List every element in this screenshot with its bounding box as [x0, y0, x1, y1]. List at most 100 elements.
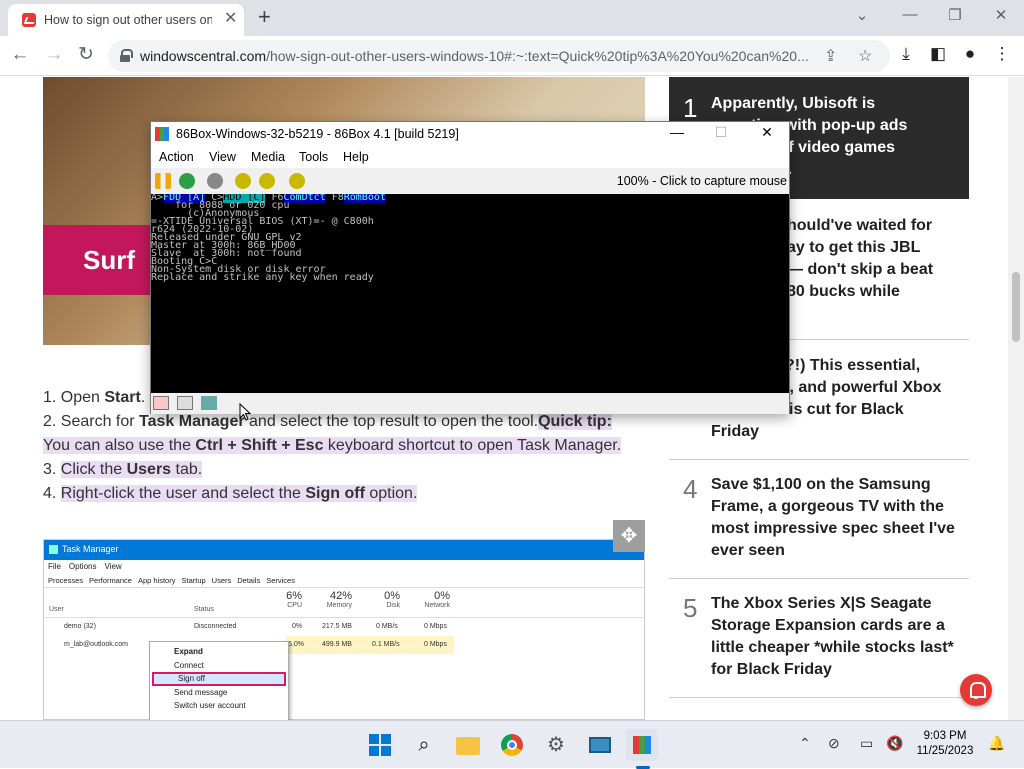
floppy-drive-icon[interactable]	[153, 396, 169, 410]
tm-mem-label: Memory	[326, 602, 352, 609]
restore-icon[interactable]: ❐	[943, 6, 967, 24]
step-bold: Task Manager	[139, 413, 245, 430]
tm-cell: 217.5 MB	[322, 623, 352, 630]
menu-kebab-icon[interactable]: ⋮	[990, 44, 1014, 64]
url-text[interactable]: windowscentral.com/how-sign-out-other-us…	[140, 48, 820, 64]
vm-menu-help[interactable]: Help	[343, 150, 369, 164]
ctrl-alt-esc-icon[interactable]	[259, 173, 275, 189]
sidebar-line: 80 bucks while	[787, 283, 900, 300]
hard-disk-icon[interactable]	[177, 396, 193, 410]
sidebar-item-text: Save $1,100 on the Samsung Frame, a gorg…	[711, 476, 955, 559]
tm-column-header: User Status 6% CPU 42% Memory 0% Disk 0% Net…	[44, 588, 644, 618]
step-bold: Users	[126, 461, 172, 478]
tray-clock[interactable]: 9:03 PM 11/25/2023	[908, 729, 982, 759]
vm-maximize-icon[interactable]: ☐	[709, 124, 733, 141]
sidebar-item-text: The Xbox Series X|S Seagate Storage Expa…	[711, 595, 954, 678]
remote-desktop-icon[interactable]	[584, 729, 616, 761]
tm-ctx-item: Send message	[174, 687, 228, 697]
ctrl-alt-del-icon[interactable]	[235, 173, 251, 189]
tm-cpu-pct: 6%	[286, 590, 302, 602]
tm-col-user: User	[49, 606, 64, 613]
close-window-icon[interactable]: ✕	[989, 6, 1013, 24]
notification-bell-icon[interactable]	[960, 674, 992, 706]
bios-line: Slave at 300h: not found	[151, 248, 302, 259]
step-text: Click the	[60, 461, 127, 478]
86box-taskbar-icon[interactable]	[626, 729, 658, 761]
vm-minimize-icon[interactable]: —	[665, 124, 689, 140]
side-panel-icon[interactable]: ◧	[926, 44, 950, 64]
sidebar-item-number: 5	[683, 593, 698, 623]
volume-muted-icon[interactable]: 🔇	[886, 735, 903, 752]
tip-shortcut: Ctrl + Shift + Esc	[195, 437, 324, 454]
vm-titlebar[interactable]: 86Box-Windows-32-b5219 - 86Box 4.1 [buil…	[151, 122, 789, 146]
vm-display[interactable]: A>FDD [A] C>HDD [C] F6ComDtct F8RomBoot …	[151, 194, 789, 393]
download-icon[interactable]: ⤓	[894, 44, 918, 64]
tm-disk-pct: 0%	[384, 590, 400, 602]
tm-menu-item: View	[104, 562, 122, 571]
tm-cell: 5.0%	[288, 641, 304, 648]
step-text: .	[140, 389, 146, 406]
url-domain: windowscentral.com	[140, 48, 267, 64]
task-manager-screenshot: Task Manager File Options View Processes Pe…	[43, 539, 645, 720]
sidebar-item-text: hould've waited for ay to get this JBL — d…	[787, 215, 967, 303]
network-off-icon[interactable]: ⊘	[828, 735, 840, 752]
bookmark-star-icon[interactable]: ☆	[858, 46, 872, 66]
page-scrollbar[interactable]	[1008, 77, 1024, 720]
tm-ctx-item: Connect	[174, 660, 204, 670]
vm-menubar: Action View Media Tools Help	[151, 146, 789, 168]
address-bar[interactable]: windowscentral.com/how-sign-out-other-us…	[108, 40, 890, 72]
tm-tab: Users	[211, 576, 232, 585]
tm-menu-item: Options	[68, 562, 97, 571]
86box-window: 86Box-Windows-32-b5219 - 86Box 4.1 [buil…	[150, 121, 790, 414]
sidebar-item-number: 1	[683, 93, 698, 123]
share-icon[interactable]: ⇪	[824, 46, 837, 66]
forward-icon[interactable]: →	[42, 44, 66, 66]
pause-icon[interactable]	[155, 173, 171, 189]
file-explorer-icon[interactable]	[452, 729, 484, 761]
tm-ctx-item-selected: Sign off	[152, 672, 286, 686]
new-tab-button[interactable]: +	[258, 6, 271, 28]
browser-toolbar: ← → ↻ windowscentral.com/how-sign-out-ot…	[0, 36, 1024, 76]
browser-tab[interactable]: How to sign out other users on W ✕	[8, 4, 244, 36]
move-arrows-icon[interactable]: ✥	[613, 520, 645, 552]
step-4: 4. Right-click the user and select the S…	[43, 482, 643, 506]
vm-menu-media[interactable]: Media	[251, 150, 285, 164]
tm-row: demo (32) Disconnected 0% 217.5 MB 0 MB/…	[44, 618, 644, 636]
quick-tip: You can also use the Ctrl + Shift + Esc …	[43, 434, 643, 458]
tm-tabs: Processes Performance App history Startup Us…	[44, 574, 644, 588]
tm-tab: App history	[137, 576, 176, 585]
tm-tab: Startup	[181, 576, 206, 585]
search-icon[interactable]: ⌕	[408, 729, 440, 761]
tm-cell: m_lab@outlook.com	[64, 641, 128, 648]
step-text: and select the top result to open the to…	[244, 413, 539, 430]
tm-tab: Services	[266, 576, 295, 585]
windows-taskbar: ⌕ ⚙ ⌃ ⊘ ▭ 🔇 9:03 PM 11/25/2023 🔔	[0, 720, 1024, 769]
settings-icon[interactable]	[289, 173, 305, 189]
tray-overflow-icon[interactable]: ⌃	[799, 735, 811, 752]
power-icon[interactable]	[207, 173, 223, 189]
reset-icon[interactable]	[179, 173, 195, 189]
scrollbar-thumb[interactable]	[1012, 272, 1020, 342]
notification-icon[interactable]: 🔔	[988, 735, 1005, 752]
settings-gear-icon[interactable]: ⚙	[540, 729, 572, 761]
vm-menu-action[interactable]: Action	[159, 150, 194, 164]
hotkey-comdtct: ComDtct	[283, 194, 326, 203]
tab-close-icon[interactable]: ✕	[224, 11, 237, 27]
tm-cpu-label: CPU	[287, 602, 302, 609]
vm-close-icon[interactable]: ✕	[755, 124, 779, 141]
mouse-cursor-icon	[239, 403, 251, 421]
vm-menu-tools[interactable]: Tools	[299, 150, 328, 164]
tm-cell: 0%	[292, 623, 303, 630]
tab-title: How to sign out other users on W	[44, 13, 212, 27]
profile-icon[interactable]: ●	[958, 44, 982, 64]
reload-icon[interactable]: ↻	[74, 44, 98, 66]
sound-icon[interactable]	[201, 396, 217, 410]
chrome-icon[interactable]	[496, 729, 528, 761]
start-button[interactable]	[364, 729, 396, 761]
vm-menu-view[interactable]: View	[209, 150, 236, 164]
tab-search-icon[interactable]: ⌄	[850, 6, 874, 24]
back-icon[interactable]: ←	[8, 44, 32, 66]
minimize-icon[interactable]: —	[898, 6, 922, 23]
sidebar-line: Friday	[711, 423, 760, 440]
display-icon[interactable]: ▭	[860, 735, 873, 752]
